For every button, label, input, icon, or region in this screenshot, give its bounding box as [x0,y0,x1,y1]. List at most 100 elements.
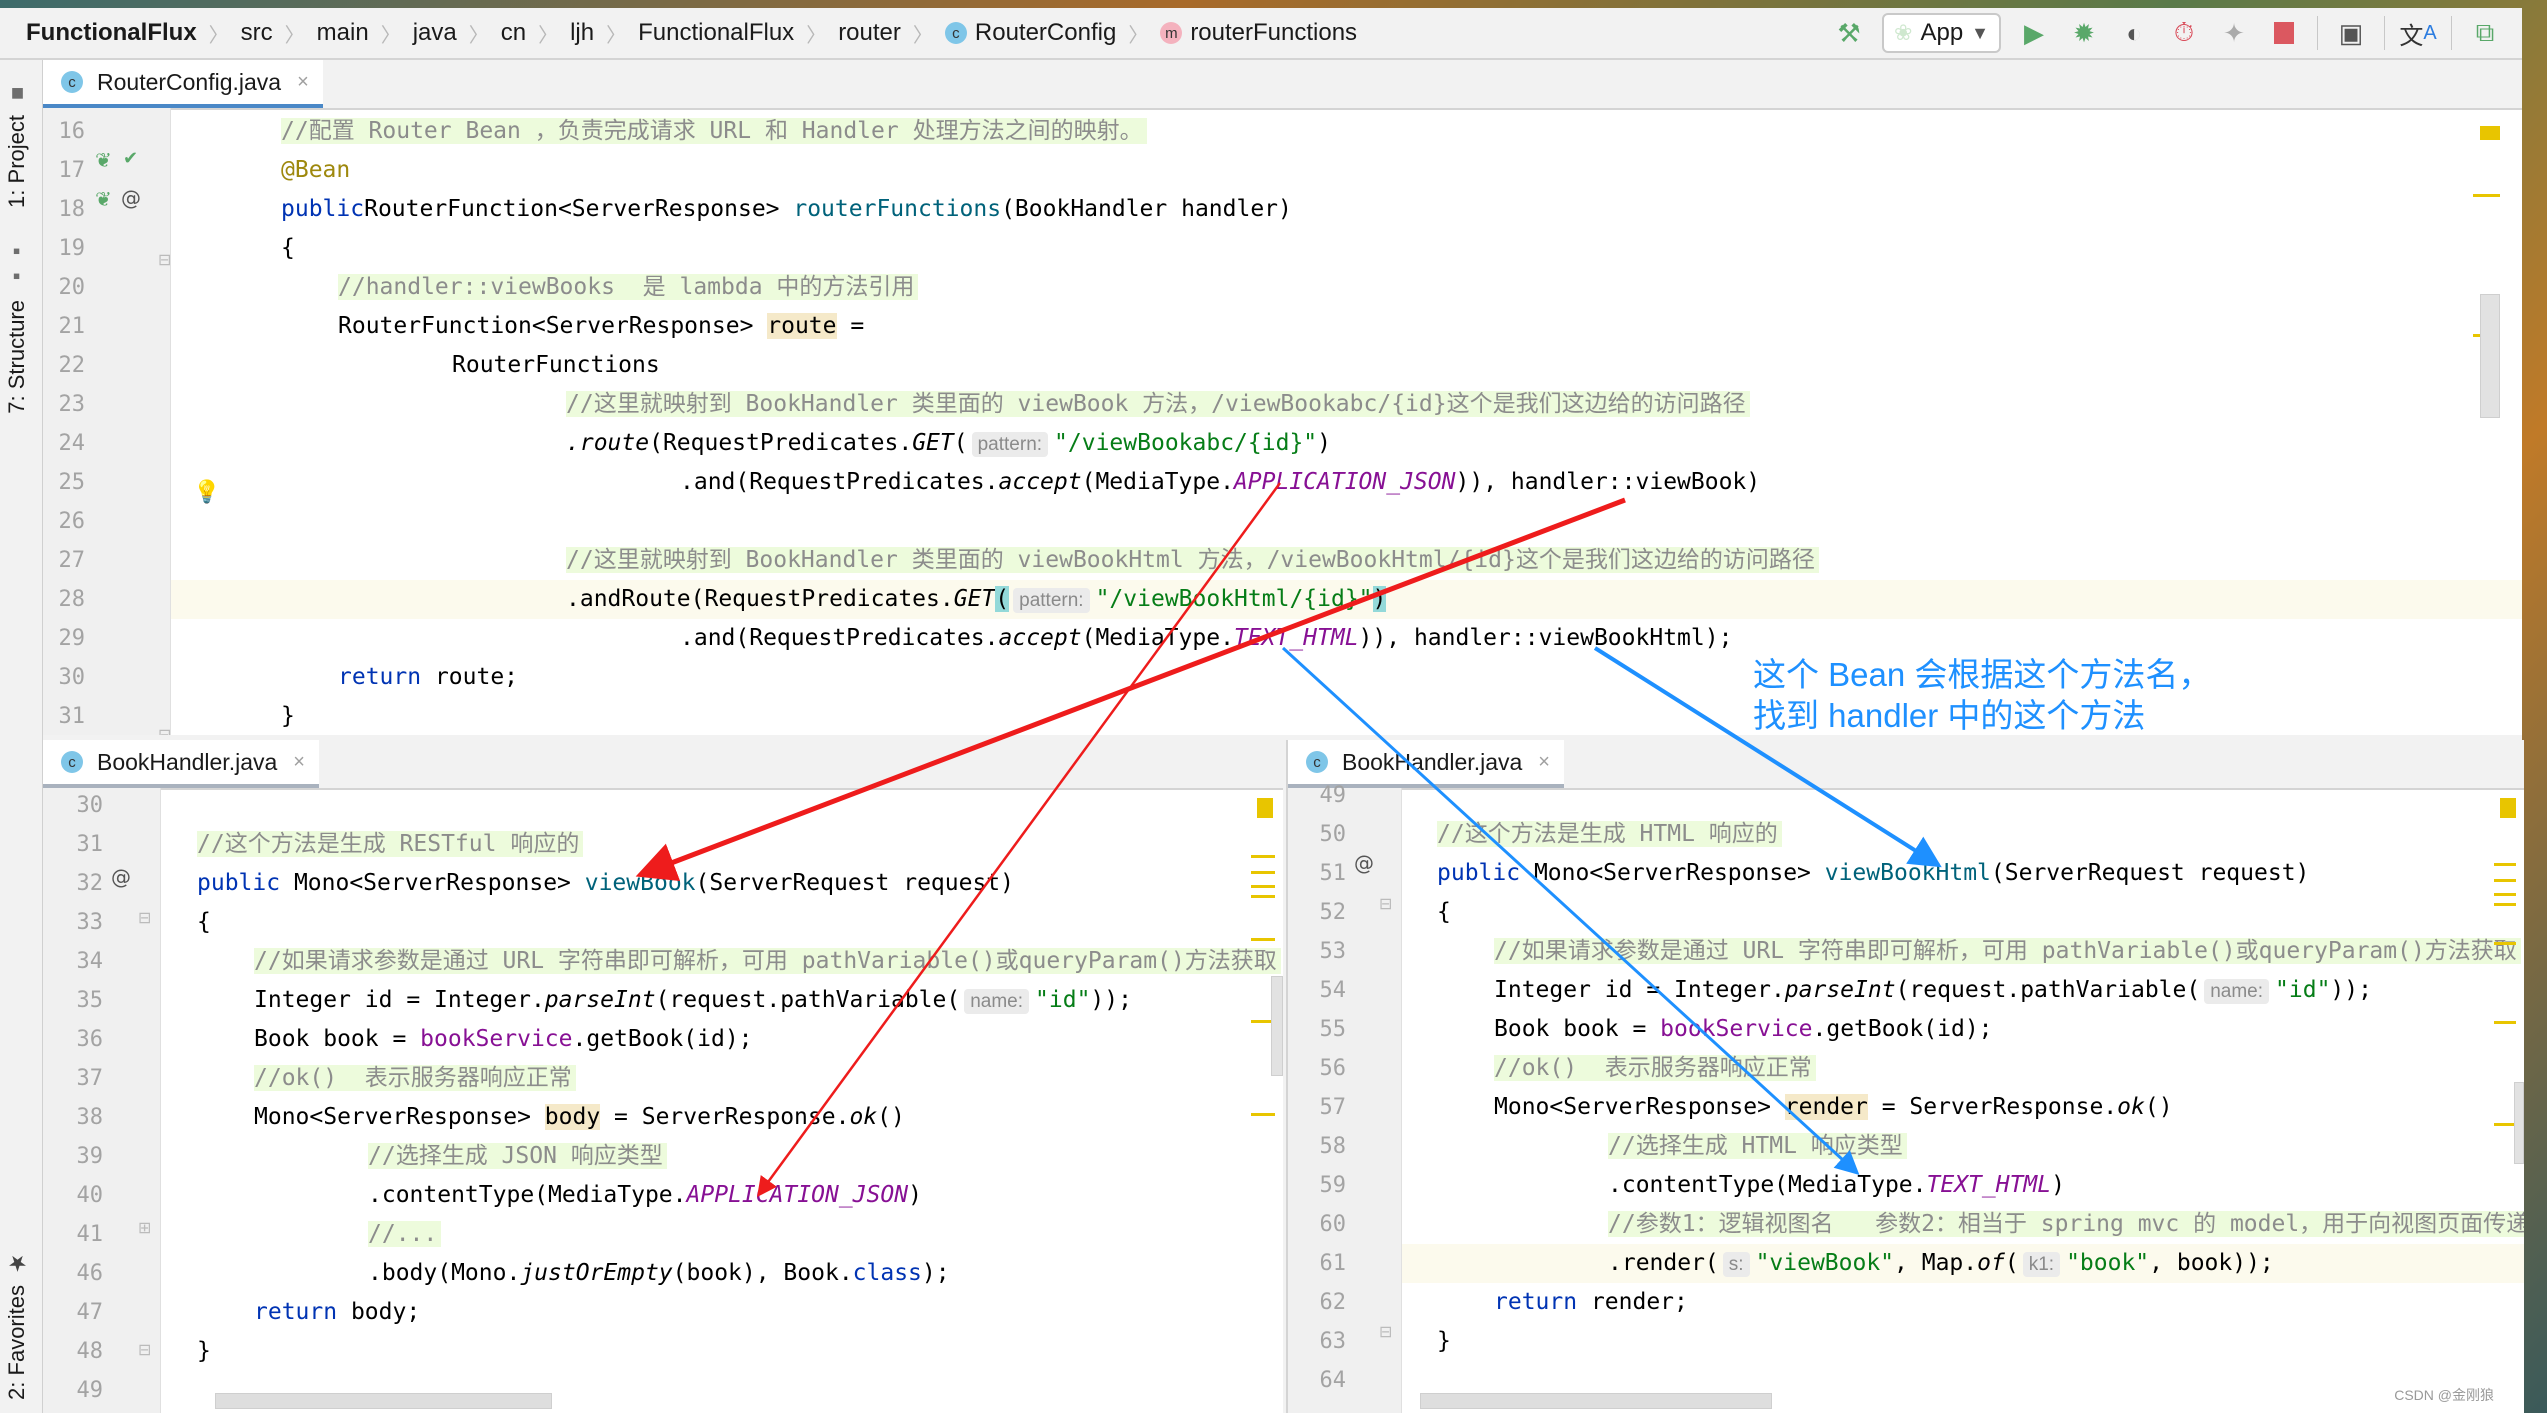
line-number: 18 [58,197,86,222]
code-token: Integer id = Integer. [1494,977,1785,1003]
bean-navigate-icon[interactable]: ✔ [123,148,138,169]
code-token: Mono<ServerResponse> [254,1104,545,1130]
run-icon[interactable]: ▶ [2017,16,2051,50]
vertical-scrollbar[interactable] [2480,294,2500,418]
warning-stripe[interactable] [2494,1021,2516,1024]
code-token: accept [998,625,1082,651]
warning-stripe[interactable] [2473,194,2500,197]
build-hammer-icon[interactable]: ⚒ [1832,16,1866,50]
override-at-icon[interactable]: @ [111,865,131,889]
code-text: Mono<ServerResponse> render = ServerResp… [1494,1088,2173,1127]
breadcrumb-item[interactable]: FunctionalFlux [632,19,800,47]
code-token: justOrEmpty [520,1260,673,1286]
fold-icon[interactable]: ⊟ [1379,894,1392,913]
star-icon: ★ [4,1250,29,1275]
code-token: { [281,235,295,261]
line-number: 25 [58,470,86,495]
vertical-scrollbar[interactable] [2514,1082,2524,1164]
vertical-scrollbar[interactable] [1271,976,1283,1076]
breadcrumb-item[interactable]: cn [495,19,532,47]
inspection-marker[interactable] [2480,126,2500,140]
breadcrumb-item[interactable]: main [311,19,375,47]
fold-icon[interactable]: ⊟ [138,908,151,927]
attach-icon[interactable]: ✦ [2217,16,2251,50]
fold-icon[interactable]: ⊟ [1379,1322,1392,1341]
warning-stripe[interactable] [2494,863,2516,866]
warning-stripe[interactable] [1251,885,1275,888]
code-text: { [197,903,211,942]
code-comment: //... [368,1221,442,1247]
tab-book-handler[interactable]: c BookHandler.java × [43,740,319,788]
project-structure-icon[interactable]: ▣ [2334,16,2368,50]
override-at-icon[interactable]: @ [121,186,141,210]
code-token: bookService [420,1026,573,1052]
run-configuration-select[interactable]: ❀ App ▼ [1882,13,2001,53]
code-token: @Bean [281,157,351,183]
horizontal-scrollbar[interactable] [1420,1393,1772,1409]
fold-icon[interactable]: ⊟ [158,725,171,735]
code-text: .contentType(MediaType.TEXT_HTML) [1608,1166,2065,1205]
coverage-icon[interactable]: ◐ [2117,16,2151,50]
translate-icon[interactable]: 文A [2399,16,2436,50]
code-area[interactable]: //这个方法是生成 HTML 响应的 public Mono<ServerResp… [1402,788,2524,1413]
warning-stripe[interactable] [2494,903,2516,906]
breadcrumb-item[interactable]: c RouterConfig [939,19,1122,47]
warning-stripe[interactable] [1251,855,1275,858]
project-tool-tab[interactable]: 1: Project ■ [4,80,30,208]
warning-stripe[interactable] [1251,871,1275,874]
stop-icon[interactable] [2267,16,2301,50]
parameter-hint: s: [1722,1252,1750,1277]
code-token: = ServerResponse. [1867,1094,2118,1120]
code-token: , Map. [1894,1250,1978,1276]
breadcrumb-item[interactable]: java [407,19,463,47]
warning-stripe[interactable] [2494,1123,2516,1126]
code-token: accept [998,469,1082,495]
breadcrumb-label: routerFunctions [1190,19,1358,46]
breadcrumb-item[interactable]: FunctionalFlux [0,19,203,47]
code-token: = [836,313,865,339]
profile-icon[interactable]: ⏱ [2167,16,2201,50]
override-at-icon[interactable]: @ [1354,851,1374,875]
close-icon[interactable]: × [1538,751,1550,774]
warning-stripe[interactable] [2494,942,2516,945]
code-token: Mono<ServerResponse> [280,870,585,896]
code-area[interactable]: //这个方法是生成 RESTful 响应的 public Mono<ServerR… [161,788,1283,1413]
code-comment: //配置 Router Bean ，负责完成请求 URL 和 Handler 处… [281,118,1147,144]
tab-router-config[interactable]: c RouterConfig.java × [43,60,323,108]
line-number: 20 [58,275,86,300]
breadcrumb-item[interactable]: src [235,19,279,47]
warning-stripe[interactable] [1251,1113,1275,1116]
fold-icon[interactable]: ⊟ [158,250,171,269]
horizontal-scrollbar[interactable] [215,1393,552,1409]
code-token: return [338,664,422,690]
structure-tool-tab[interactable]: 7: Structure ▪▪ [4,240,30,414]
close-icon[interactable]: × [297,71,309,94]
close-icon[interactable]: × [293,751,305,774]
favorites-tool-tab[interactable]: 2: Favorites ★ [4,1250,30,1400]
parameter-hint: name: [2204,979,2270,1004]
intention-bulb-icon[interactable]: 💡 [193,480,220,505]
inspection-marker[interactable] [2500,798,2516,818]
bean-gutter-icon[interactable]: ❦ [95,148,112,172]
line-number: 32 [76,871,104,896]
inspection-marker[interactable] [1257,798,1273,818]
fold-icon[interactable]: ⊟ [138,1340,151,1359]
breadcrumb-item[interactable]: m routerFunctions [1154,19,1363,47]
breadcrumb-item[interactable]: router [832,19,907,47]
run-panel-icon[interactable]: ⧉ [2468,16,2502,50]
toolbar-separator [2451,16,2452,50]
fold-icon[interactable]: ⊞ [138,1218,151,1237]
breadcrumb-separator-icon: 〉 [912,24,933,47]
debug-icon[interactable]: ✹ [2067,16,2101,50]
warning-stripe[interactable] [2494,879,2516,882]
code-text: //选择生成 JSON 响应类型 [368,1137,667,1176]
code-token: public [1437,860,1521,886]
breadcrumb-item[interactable]: ljh [564,19,600,47]
code-token: (ServerRequest request) [695,870,1015,896]
warning-stripe[interactable] [1251,895,1275,898]
tab-label: BookHandler.java [1342,748,1523,775]
bean-gutter-icon[interactable]: ❦ [95,187,112,211]
warning-stripe[interactable] [2494,893,2516,896]
warning-stripe[interactable] [1251,938,1275,941]
code-area[interactable]: //配置 Router Bean ，负责完成请求 URL 和 Handler 处… [171,108,2522,735]
